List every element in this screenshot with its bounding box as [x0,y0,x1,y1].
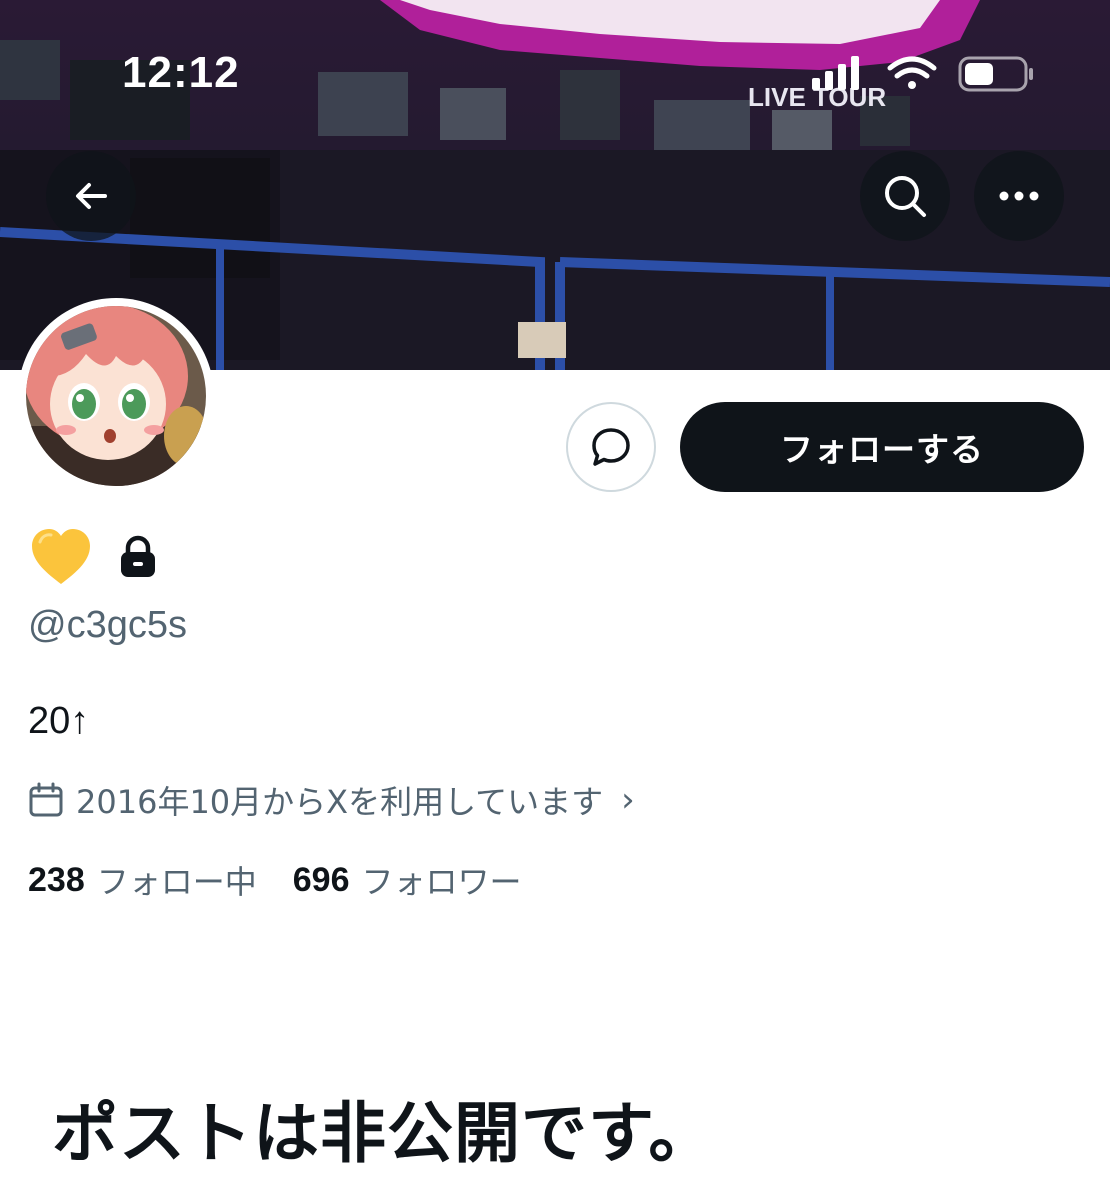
message-bubble-icon [592,428,630,466]
back-button[interactable] [46,151,136,241]
followers-count[interactable]: 696 [293,861,350,900]
cellular-signal-icon [812,56,859,90]
follow-button[interactable]: フォローする [680,402,1084,492]
battery-icon [958,56,1033,92]
followers-label[interactable]: フォロワー [361,857,521,903]
status-time: 12:12 [122,48,240,97]
following-count[interactable]: 238 [28,861,85,900]
user-bio: 20↑ [28,700,90,742]
lock-icon [121,535,155,577]
status-icons [808,52,1038,96]
more-horizontal-icon [999,191,1039,201]
following-label[interactable]: フォロー中 [97,857,257,903]
message-button[interactable] [566,402,656,492]
join-date-text: 2016年10月からXを利用しています [76,783,604,821]
search-icon [885,176,926,217]
join-date[interactable]: 2016年10月からXを利用しています › [28,778,635,822]
user-handle: @c3gc5s [28,604,187,646]
avatar-image [26,306,206,486]
avatar[interactable] [18,298,214,494]
arrow-left-icon [76,183,107,209]
calendar-icon [29,782,63,817]
chevron-right-icon: › [621,780,635,820]
more-button[interactable] [974,151,1064,241]
private-posts-notice: ポストは非公開です。 [52,1095,716,1172]
search-button[interactable] [860,151,950,241]
follow-stats: 238 フォロー中 696 フォロワー [28,858,522,902]
yellow-heart-icon [32,529,90,584]
display-name [28,524,158,590]
wifi-icon [887,56,937,89]
